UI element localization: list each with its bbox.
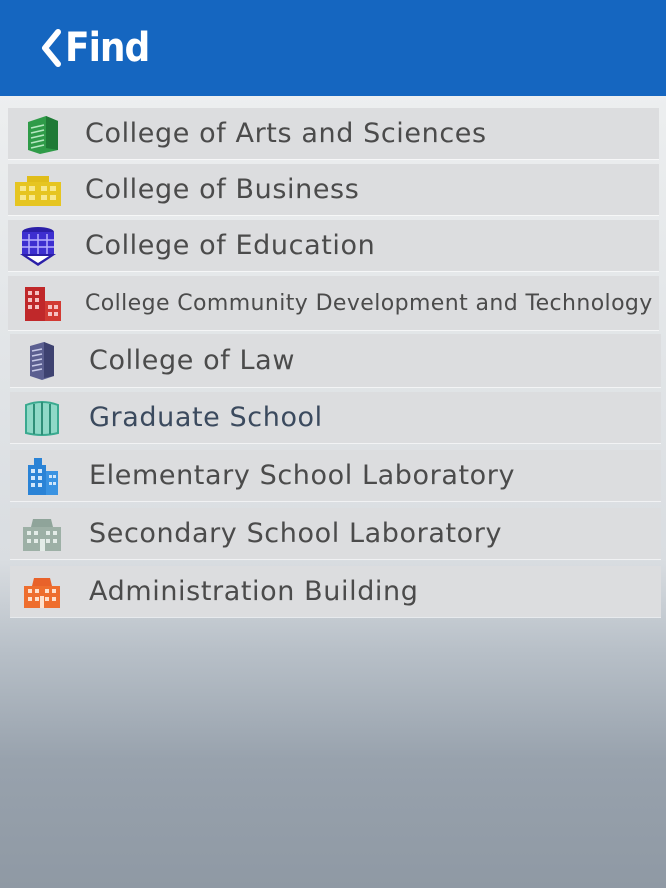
item-label: College of Education (85, 230, 376, 261)
list-item-law[interactable]: College of Law (10, 334, 661, 387)
app-header: Find (0, 0, 666, 96)
item-label: Elementary School Laboratory (89, 460, 516, 491)
item-label: Graduate School (89, 402, 323, 433)
list-item-graduate-school[interactable]: Graduate School (10, 392, 661, 443)
item-label: College Community Development and Techno… (85, 290, 653, 316)
list-item-elementary-school-laboratory[interactable]: Elementary School Laboratory (10, 450, 661, 501)
back-button[interactable]: Find (40, 25, 150, 71)
gray-building-icon (16, 508, 68, 559)
list-item-business[interactable]: College of Business (8, 164, 659, 215)
purple-building-icon (12, 220, 64, 271)
green-building-icon (16, 108, 68, 159)
item-label: College of Arts and Sciences (85, 118, 487, 149)
list-item-arts-and-sciences[interactable]: College of Arts and Sciences (8, 108, 659, 159)
list-item-administration-building[interactable]: Administration Building (10, 566, 661, 617)
item-label: College of Law (89, 345, 295, 376)
blue-building-icon (16, 450, 68, 501)
teal-building-icon (16, 392, 68, 443)
chevron-left-icon (42, 29, 61, 67)
list-item-community-development[interactable]: College Community Development and Techno… (8, 276, 659, 330)
yellow-building-icon (12, 164, 64, 215)
item-label: College of Business (85, 174, 360, 205)
item-label: Secondary School Laboratory (89, 518, 503, 549)
red-building-icon (16, 276, 68, 330)
list-item-education[interactable]: College of Education (8, 220, 659, 271)
orange-building-icon (16, 566, 68, 617)
list-item-secondary-school-laboratory[interactable]: Secondary School Laboratory (10, 508, 661, 559)
slate-building-icon (14, 334, 66, 387)
back-label: Find (65, 25, 150, 71)
item-label: Administration Building (89, 576, 419, 607)
